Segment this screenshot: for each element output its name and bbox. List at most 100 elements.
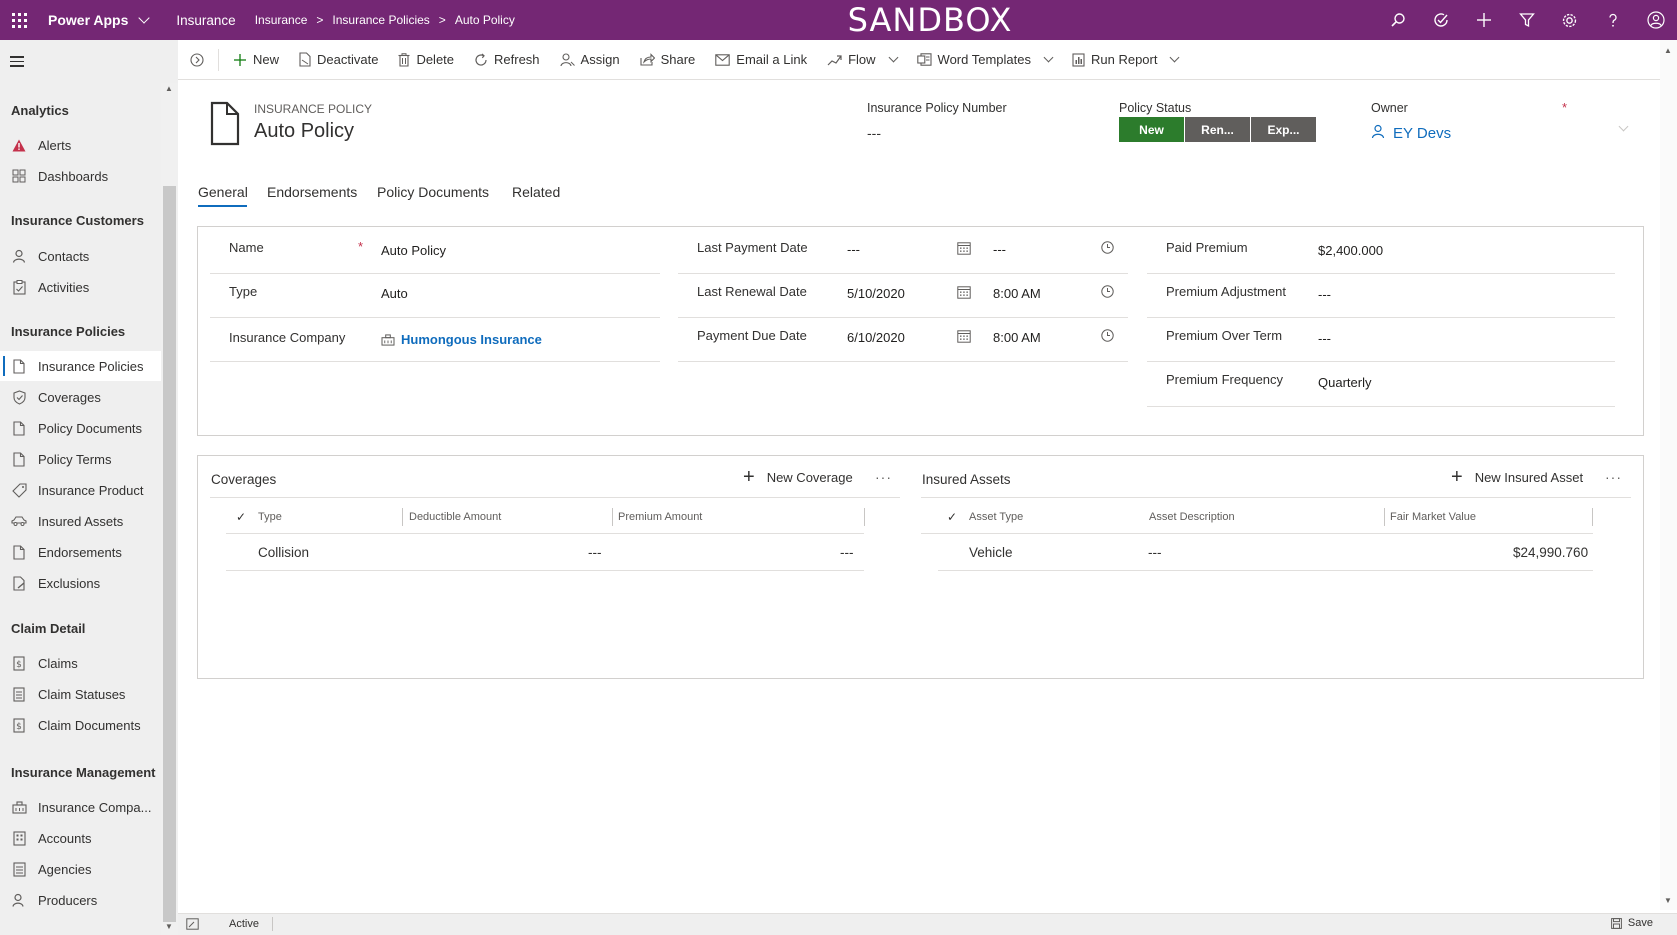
policy-number-value[interactable]: ---: [867, 125, 881, 141]
save-button[interactable]: Save: [1611, 917, 1653, 929]
coverages-title: Coverages: [211, 472, 277, 487]
help-icon[interactable]: [1591, 0, 1634, 40]
scroll-down-arrow-icon[interactable]: ▼: [1664, 896, 1672, 905]
chevron-down-icon[interactable]: [138, 12, 151, 24]
scroll-down-arrow-icon[interactable]: ▼: [165, 922, 173, 931]
tab-related[interactable]: Related: [512, 184, 560, 200]
deactivate-button[interactable]: Deactivate: [289, 40, 388, 80]
refresh-button[interactable]: Refresh: [464, 40, 550, 80]
new-button[interactable]: New: [223, 40, 289, 80]
header-expand-chevron-icon[interactable]: [1618, 121, 1629, 132]
sidebar-item-claim-documents[interactable]: $ Claim Documents: [0, 710, 161, 740]
last-renewal-time-field[interactable]: 8:00 AM: [993, 286, 1041, 301]
clock-icon[interactable]: [1101, 329, 1114, 345]
breadcrumb-item[interactable]: Insurance Policies: [332, 13, 429, 27]
email-link-button[interactable]: Email a Link: [705, 40, 817, 80]
open-in-new-window-icon[interactable]: [186, 918, 199, 933]
insured-assets-more-icon[interactable]: ···: [1605, 469, 1622, 485]
tab-endorsements[interactable]: Endorsements: [267, 184, 357, 200]
scroll-up-arrow-icon[interactable]: ▲: [165, 84, 173, 93]
tab-policy-documents[interactable]: Policy Documents: [377, 184, 489, 200]
sidebar-item-agencies[interactable]: Agencies: [0, 854, 161, 884]
sidebar-item-exclusions[interactable]: Exclusions: [0, 568, 161, 598]
app-launcher-icon[interactable]: [0, 0, 38, 40]
flow-button[interactable]: Flow: [817, 40, 906, 80]
column-header-type[interactable]: Type: [258, 511, 282, 523]
premium-frequency-label: Premium Frequency: [1166, 372, 1284, 387]
main-scrollbar[interactable]: [1660, 40, 1677, 910]
name-field[interactable]: Auto Policy: [381, 243, 446, 258]
record-entity-name: INSURANCE POLICY: [254, 102, 373, 116]
word-templates-button[interactable]: Word Templates: [907, 40, 1062, 80]
new-coverage-button[interactable]: + New Coverage: [743, 467, 853, 487]
calendar-icon[interactable]: [957, 241, 971, 258]
column-header-fair-market-value[interactable]: Fair Market Value: [1390, 511, 1476, 523]
sidebar-item-activities[interactable]: Activities: [0, 272, 161, 302]
plus-icon[interactable]: [1462, 0, 1505, 40]
user-avatar-icon[interactable]: [1634, 0, 1677, 40]
last-payment-date-field[interactable]: ---: [847, 242, 860, 257]
sidebar-item-accounts[interactable]: Accounts: [0, 823, 161, 853]
payment-due-date-field[interactable]: 6/10/2020: [847, 330, 905, 345]
insurance-company-link[interactable]: Humongous Insurance: [401, 332, 542, 347]
calendar-icon[interactable]: [957, 329, 971, 346]
app-name[interactable]: Power Apps: [48, 12, 128, 28]
status-stage-renewal[interactable]: Ren...: [1185, 117, 1250, 142]
search-icon[interactable]: [1376, 0, 1419, 40]
column-header-asset-description[interactable]: Asset Description: [1149, 511, 1235, 523]
new-insured-asset-button[interactable]: + New Insured Asset: [1451, 467, 1583, 487]
sidebar-item-insurance-product[interactable]: Insurance Product: [0, 475, 161, 505]
hamburger-menu-icon[interactable]: [10, 56, 24, 70]
clock-icon[interactable]: [1101, 285, 1114, 301]
back-button[interactable]: [178, 40, 218, 80]
deductible-amount-cell: ---: [588, 545, 602, 560]
sidebar-scrollbar-thumb[interactable]: [163, 186, 176, 922]
column-header-premium-amount[interactable]: Premium Amount: [618, 511, 702, 523]
premium-adjustment-field[interactable]: ---: [1318, 287, 1331, 302]
type-field[interactable]: Auto: [381, 286, 408, 301]
sidebar-item-claims[interactable]: $ Claims: [0, 648, 161, 678]
task-icon[interactable]: [1419, 0, 1462, 40]
last-payment-time-field[interactable]: ---: [993, 242, 1006, 257]
last-renewal-date-field[interactable]: 5/10/2020: [847, 286, 905, 301]
premium-over-term-field[interactable]: ---: [1318, 331, 1331, 346]
sidebar-item-coverages[interactable]: Coverages: [0, 382, 161, 412]
sidebar-item-claim-statuses[interactable]: Claim Statuses: [0, 679, 161, 709]
insurance-company-field[interactable]: Humongous Insurance: [381, 332, 542, 347]
column-header-asset-type[interactable]: Asset Type: [969, 511, 1023, 523]
sidebar-item-policy-documents[interactable]: Policy Documents: [0, 413, 161, 443]
nav-group-analytics: Analytics: [11, 103, 69, 118]
owner-value[interactable]: EY Devs: [1371, 124, 1451, 143]
coverages-more-icon[interactable]: ···: [875, 469, 892, 485]
sidebar-item-alerts[interactable]: Alerts: [0, 130, 161, 160]
breadcrumb-item[interactable]: Insurance: [255, 13, 308, 27]
sidebar-item-contacts[interactable]: Contacts: [0, 241, 161, 271]
paid-premium-field[interactable]: $2,400.000: [1318, 243, 1383, 258]
select-all-checkmark-icon[interactable]: ✓: [947, 510, 957, 524]
select-all-checkmark-icon[interactable]: ✓: [236, 510, 246, 524]
environment-name[interactable]: Insurance: [176, 13, 235, 28]
sidebar-item-producers[interactable]: Producers: [0, 885, 161, 915]
tab-general[interactable]: General: [198, 184, 248, 200]
payment-due-time-field[interactable]: 8:00 AM: [993, 330, 1041, 345]
calendar-icon[interactable]: [957, 285, 971, 302]
assign-button[interactable]: Assign: [550, 40, 630, 80]
sidebar-item-dashboards[interactable]: Dashboards: [0, 161, 161, 191]
delete-button[interactable]: Delete: [388, 40, 464, 80]
sidebar-item-endorsements[interactable]: Endorsements: [0, 537, 161, 567]
clock-icon[interactable]: [1101, 241, 1114, 257]
status-stage-expired[interactable]: Exp...: [1251, 117, 1316, 142]
filter-icon[interactable]: [1505, 0, 1548, 40]
sidebar-item-insured-assets[interactable]: Insured Assets: [0, 506, 161, 536]
sidebar-item-policy-terms[interactable]: Policy Terms: [0, 444, 161, 474]
last-payment-date-label: Last Payment Date: [697, 240, 808, 255]
settings-icon[interactable]: [1548, 0, 1591, 40]
status-stage-new[interactable]: New: [1119, 117, 1184, 142]
sidebar-item-insurance-policies[interactable]: Insurance Policies: [0, 351, 161, 381]
sidebar-item-insurance-companies[interactable]: Insurance Compa...: [0, 792, 161, 822]
premium-frequency-field[interactable]: Quarterly: [1318, 375, 1371, 390]
run-report-button[interactable]: Run Report: [1062, 40, 1188, 80]
column-header-deductible-amount[interactable]: Deductible Amount: [409, 511, 501, 523]
share-button[interactable]: Share: [630, 40, 706, 80]
scroll-up-arrow-icon[interactable]: ▲: [1664, 46, 1672, 55]
